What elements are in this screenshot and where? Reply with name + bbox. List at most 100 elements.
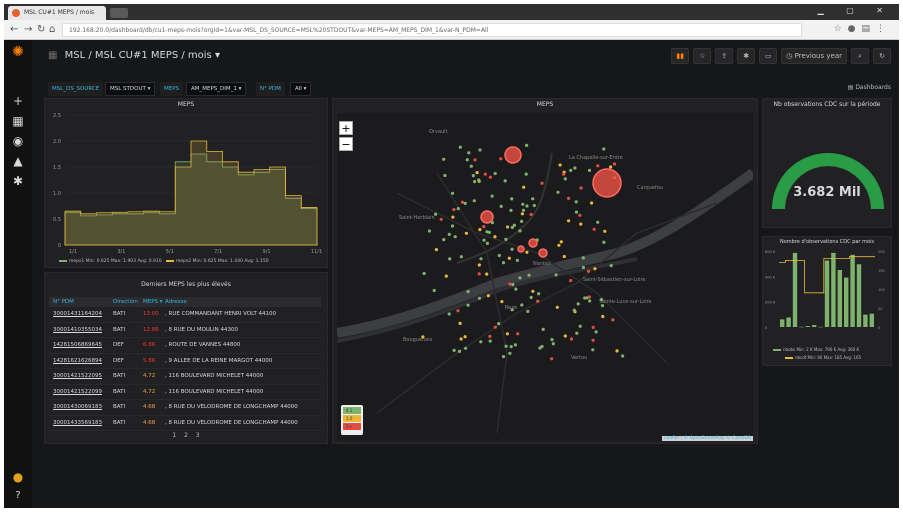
- map-marker[interactable]: [601, 314, 605, 319]
- map-marker[interactable]: [540, 181, 544, 185]
- map-marker[interactable]: [525, 204, 529, 208]
- panel-title[interactable]: Nombre d'observations CDC par mois: [763, 239, 891, 245]
- map-marker[interactable]: [540, 344, 544, 349]
- worldmap[interactable]: Orvault La Chapelle-sur-Erdre Carquefou Sai…: [337, 113, 753, 441]
- bar[interactable]: [844, 277, 849, 327]
- table-row[interactable]: 30001430069183 BATI 4.68 , 8 RUE DU VELODRO…: [49, 400, 321, 416]
- map-marker[interactable]: [497, 253, 501, 258]
- map-marker[interactable]: [473, 180, 477, 184]
- map-marker[interactable]: [592, 227, 596, 231]
- map-marker[interactable]: [578, 324, 582, 328]
- add-panel-icon[interactable]: ▮▮: [671, 48, 690, 64]
- map-marker[interactable]: [550, 357, 554, 361]
- map-marker[interactable]: [467, 151, 471, 155]
- map-marker[interactable]: [459, 337, 463, 341]
- pdm-link[interactable]: 30001421522099: [49, 385, 109, 400]
- map-marker[interactable]: [527, 273, 531, 277]
- tv-mode-icon[interactable]: ▭: [759, 48, 778, 64]
- map-marker[interactable]: [493, 171, 497, 176]
- time-picker-button[interactable]: ◷ Previous year: [781, 48, 847, 64]
- column-header[interactable]: MEPS ▾: [139, 297, 163, 307]
- map-marker[interactable]: [515, 258, 519, 262]
- map-marker[interactable]: [567, 196, 571, 200]
- map-marker[interactable]: [563, 334, 567, 338]
- map-marker[interactable]: [621, 354, 625, 358]
- pdm-link[interactable]: 30001410355034: [49, 323, 109, 338]
- map-marker[interactable]: [508, 282, 512, 286]
- reload-icon[interactable]: ↻: [37, 24, 45, 35]
- map-marker[interactable]: [591, 348, 595, 352]
- map-marker[interactable]: [609, 264, 613, 268]
- configuration-gear-icon[interactable]: ✱: [4, 174, 32, 188]
- map-marker[interactable]: [478, 148, 482, 152]
- home-icon[interactable]: ⌂: [49, 24, 55, 35]
- map-marker[interactable]: [599, 298, 604, 302]
- map-marker[interactable]: [444, 274, 448, 278]
- map-marker[interactable]: [501, 355, 506, 359]
- map-marker[interactable]: [509, 208, 513, 212]
- map-marker[interactable]: [434, 248, 438, 252]
- column-header[interactable]: Direction: [109, 297, 139, 307]
- map-marker[interactable]: [550, 338, 554, 342]
- map-marker[interactable]: [524, 172, 528, 176]
- map-marker[interactable]: [452, 348, 456, 352]
- map-marker[interactable]: [522, 185, 526, 189]
- share-icon[interactable]: ⇪: [715, 48, 734, 64]
- map-marker[interactable]: [490, 194, 494, 198]
- map-marker[interactable]: [559, 240, 563, 244]
- map-marker[interactable]: [532, 203, 536, 208]
- map-marker[interactable]: [574, 210, 579, 214]
- map-marker[interactable]: [583, 296, 587, 300]
- map-marker[interactable]: [593, 267, 597, 271]
- map-marker[interactable]: [456, 309, 460, 313]
- map-marker[interactable]: [447, 312, 451, 316]
- pdm-link[interactable]: 30001421522095: [49, 369, 109, 384]
- map-marker[interactable]: [421, 335, 425, 339]
- bar[interactable]: [799, 326, 804, 328]
- map-marker[interactable]: [477, 296, 482, 300]
- pdm-link[interactable]: 14281621626894: [49, 354, 109, 369]
- map-marker[interactable]: [602, 240, 606, 244]
- browser-extensions[interactable]: ☆●▤⋮: [834, 24, 891, 34]
- map-marker[interactable]: [504, 237, 508, 241]
- map-marker[interactable]: [443, 173, 447, 178]
- legend-series-name[interactable]: nbcdf: [795, 355, 806, 360]
- browser-tab[interactable]: MSL CU#1 MEPS / mois: [8, 6, 106, 20]
- bar[interactable]: [786, 317, 791, 328]
- dashboard-title[interactable]: ▦ MSL / MSL CU#1 MEPS / mois ▾: [48, 50, 220, 61]
- map-marker[interactable]: [558, 163, 562, 167]
- map-marker[interactable]: [615, 349, 619, 353]
- map-marker[interactable]: [453, 235, 457, 239]
- map-marker[interactable]: [578, 213, 582, 217]
- map-marker[interactable]: [516, 332, 520, 336]
- map-marker[interactable]: [511, 282, 515, 287]
- map-marker[interactable]: [600, 304, 605, 308]
- map-marker[interactable]: [594, 330, 598, 334]
- map-marker[interactable]: [581, 265, 585, 270]
- table-row[interactable]: 14281506869645 DEF 6.86 , ROUTE DE VANNES 4…: [49, 338, 321, 354]
- column-header[interactable]: Adresse: [163, 297, 321, 307]
- map-marker[interactable]: [427, 229, 431, 233]
- map-marker[interactable]: [512, 223, 516, 227]
- map-marker[interactable]: [531, 289, 535, 293]
- map-marker[interactable]: [460, 200, 464, 204]
- map-marker[interactable]: [554, 273, 558, 277]
- map-marker[interactable]: [603, 229, 607, 233]
- legend-series-name[interactable]: meps1: [69, 259, 84, 264]
- map-marker[interactable]: [590, 201, 594, 205]
- map-marker[interactable]: [466, 290, 470, 294]
- map-marker[interactable]: [439, 217, 443, 221]
- pdm-link[interactable]: 30001430069183: [49, 400, 109, 415]
- map-marker[interactable]: [526, 309, 530, 313]
- map-marker[interactable]: [432, 288, 436, 293]
- bar[interactable]: [818, 326, 823, 328]
- user-avatar[interactable]: ●: [4, 470, 32, 484]
- map-marker[interactable]: [562, 172, 566, 176]
- map-marker[interactable]: [500, 300, 504, 304]
- map-marker[interactable]: [574, 200, 578, 204]
- map-marker[interactable]: [591, 325, 595, 329]
- address-bar[interactable]: 192.168.20.0/dashboard/db/cu1-meps-mois?…: [62, 23, 802, 37]
- table-row[interactable]: 30001433569183 BATI 4.68 , 8 RUE DU VELODRO…: [49, 416, 321, 431]
- map-marker[interactable]: [541, 327, 545, 331]
- map-marker[interactable]: [459, 255, 463, 259]
